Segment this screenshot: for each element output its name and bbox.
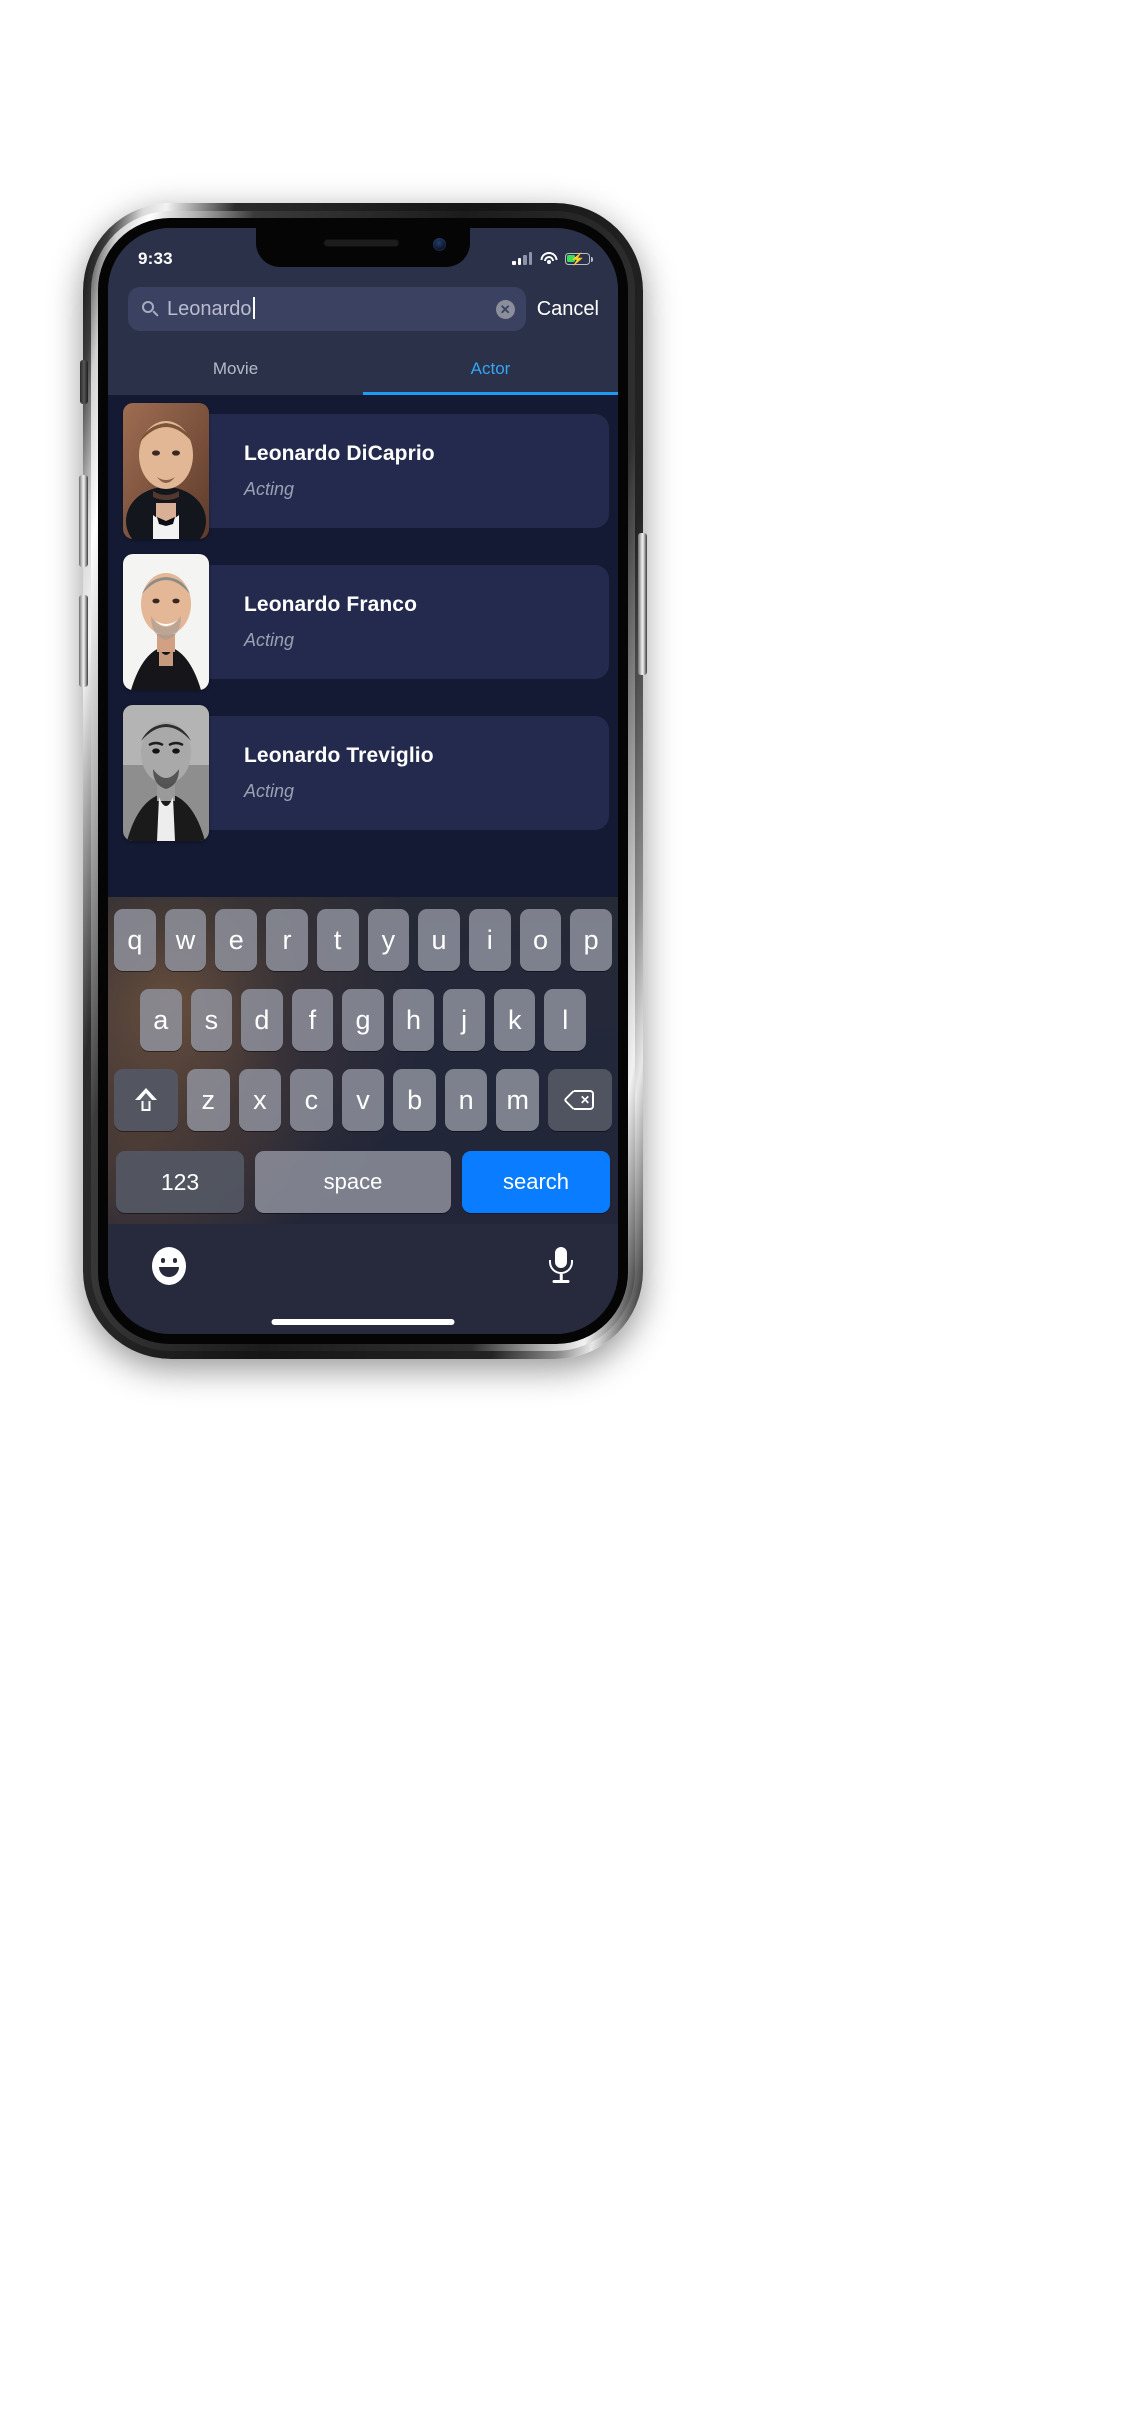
search-bar: Leonardo ✕ Cancel (108, 275, 618, 343)
actor-name: Leonardo DiCaprio (244, 442, 435, 465)
search-icon (142, 301, 159, 317)
key-i[interactable]: i (468, 909, 511, 971)
key-n[interactable]: n (444, 1069, 488, 1131)
shift-icon (135, 1088, 157, 1112)
key-k[interactable]: k (493, 989, 536, 1051)
clear-search-button[interactable]: ✕ (495, 299, 515, 319)
key-u[interactable]: u (418, 909, 460, 971)
key-v[interactable]: v (341, 1069, 385, 1131)
key-q[interactable]: q (113, 909, 156, 971)
space-key[interactable]: space (255, 1151, 451, 1213)
key-t[interactable]: t (316, 909, 359, 971)
key-c[interactable]: c (290, 1069, 333, 1131)
home-indicator[interactable] (271, 1319, 455, 1325)
key-f[interactable]: f (291, 989, 334, 1051)
key-h[interactable]: h (392, 989, 435, 1051)
keyboard-accessory-bar (108, 1224, 618, 1334)
search-return-key[interactable]: search (462, 1151, 610, 1213)
key-m[interactable]: m (496, 1069, 540, 1131)
key-l[interactable]: l (544, 989, 587, 1051)
battery-charging-icon: ⚡ (565, 251, 593, 266)
silent-switch-button[interactable] (80, 360, 88, 404)
tab-actor-label: Actor (470, 359, 511, 378)
tab-movie-label: Movie (212, 359, 259, 378)
key-b[interactable]: b (393, 1069, 436, 1131)
actor-name: Leonardo Treviglio (244, 744, 434, 767)
status-bar-indicators: ⚡ (512, 251, 593, 266)
cancel-button[interactable]: Cancel (535, 298, 601, 321)
actor-name: Leonardo Franco (244, 593, 418, 616)
tab-bar: Movie Actor (108, 343, 618, 395)
key-a[interactable]: a (139, 989, 182, 1051)
search-input[interactable]: Leonardo (167, 297, 487, 321)
list-item[interactable]: Leonardo DiCaprio Acting (117, 403, 609, 539)
charging-bolt-icon: ⚡ (570, 251, 585, 266)
front-camera-icon (433, 238, 446, 251)
on-screen-keyboard[interactable]: q w e r t y u i o p a s d f g h j k l z … (108, 897, 618, 1334)
tab-actor[interactable]: Actor (363, 343, 618, 395)
avatar (123, 403, 209, 539)
volume-down-button[interactable] (79, 595, 88, 687)
text-cursor (252, 297, 255, 319)
search-input-container[interactable]: Leonardo ✕ (128, 287, 526, 331)
key-e[interactable]: e (215, 909, 258, 971)
actor-department: Acting (244, 479, 295, 499)
keyboard-row-3: z x c v b n m ✕ (108, 1065, 618, 1135)
keyboard-row-2: a s d f g h j k l (108, 985, 618, 1055)
status-bar-time: 9:33 (138, 248, 173, 268)
key-s[interactable]: s (190, 989, 233, 1051)
key-p[interactable]: p (570, 909, 613, 971)
key-w[interactable]: w (164, 909, 207, 971)
actor-card[interactable]: Leonardo DiCaprio Acting (172, 414, 609, 528)
actor-card[interactable]: Leonardo Franco Acting (172, 565, 609, 679)
key-d[interactable]: d (241, 989, 283, 1051)
keyboard-row-1: q w e r t y u i o p (108, 905, 618, 975)
key-x[interactable]: x (238, 1069, 282, 1131)
actor-department: Acting (244, 630, 295, 650)
phone-screen: 9:33 ⚡ Leonardo ✕ Cancel Movie Actor Leo… (108, 228, 618, 1334)
cellular-signal-icon (512, 251, 532, 265)
key-y[interactable]: y (367, 909, 410, 971)
key-o[interactable]: o (519, 909, 562, 971)
screenshot-canvas: 9:33 ⚡ Leonardo ✕ Cancel Movie Actor Leo… (0, 0, 1125, 2436)
list-item[interactable]: Leonardo Treviglio Acting (117, 705, 609, 841)
keyboard-row-4: 123 space search (108, 1147, 618, 1217)
actor-card[interactable]: Leonardo Treviglio Acting (172, 716, 609, 830)
key-j[interactable]: j (443, 989, 485, 1051)
search-query-text: Leonardo (167, 298, 252, 320)
shift-key[interactable] (113, 1069, 178, 1131)
phone-device-frame: 9:33 ⚡ Leonardo ✕ Cancel Movie Actor Leo… (79, 203, 647, 1359)
tab-movie[interactable]: Movie (108, 343, 363, 395)
earpiece-speaker (323, 239, 400, 247)
numbers-key[interactable]: 123 (116, 1151, 244, 1213)
list-item[interactable]: Leonardo Franco Acting (117, 554, 609, 690)
volume-up-button[interactable] (79, 475, 88, 567)
power-button[interactable] (638, 533, 647, 675)
key-r[interactable]: r (266, 909, 308, 971)
key-g[interactable]: g (342, 989, 384, 1051)
wifi-icon (540, 252, 557, 265)
actor-portrait-image (123, 403, 209, 539)
actor-portrait-image (123, 554, 209, 690)
backspace-key[interactable]: ✕ (548, 1069, 613, 1131)
emoji-smiley-icon[interactable] (152, 1247, 186, 1285)
avatar (123, 554, 209, 690)
actor-portrait-image (123, 705, 209, 841)
avatar (123, 705, 209, 841)
backspace-icon: ✕ (563, 1090, 595, 1110)
microphone-icon[interactable] (548, 1247, 574, 1285)
key-z[interactable]: z (186, 1069, 230, 1131)
actor-department: Acting (244, 781, 295, 801)
device-notch (256, 228, 470, 267)
